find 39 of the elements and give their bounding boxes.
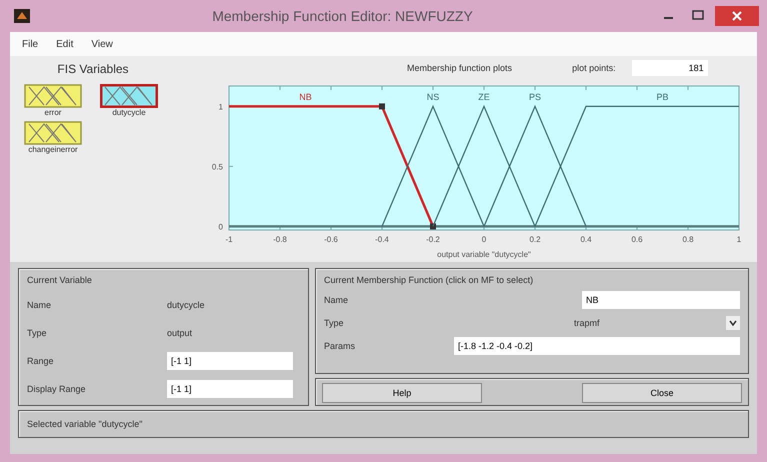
curve-label: ZE xyxy=(478,92,490,102)
field-label: Params xyxy=(324,341,356,351)
status-text: Selected variable "dutycycle" xyxy=(27,419,142,429)
panel-title: FIS Variables xyxy=(56,62,130,76)
variable-name: error xyxy=(44,108,62,117)
field-label: Display Range xyxy=(27,384,87,394)
tick-label: 0 xyxy=(482,235,486,244)
tick-label: 0.6 xyxy=(631,235,643,244)
field-value: dutycycle xyxy=(167,300,205,310)
field-value: output xyxy=(167,328,192,338)
field-label: Name xyxy=(324,295,350,305)
plot-title: Membership function plots xyxy=(407,63,512,73)
tick-label: -0.2 xyxy=(426,235,440,244)
tick-label: -1 xyxy=(225,235,233,244)
tick-label: -0.6 xyxy=(324,235,338,244)
field-label: Range xyxy=(27,356,55,366)
tick-label: 0.4 xyxy=(580,235,592,244)
axis-label: output variable "dutycycle" xyxy=(437,250,531,259)
tick-label: -0.8 xyxy=(273,235,287,244)
tick-label: -0.4 xyxy=(375,235,389,244)
plot-points-label: plot points: xyxy=(572,63,616,73)
window-title: Membership Function Editor: NEWFUZZY xyxy=(211,8,474,24)
tick-label: 0.2 xyxy=(529,235,541,244)
panel-title: Current Variable xyxy=(27,275,93,285)
tick-label: 0 xyxy=(218,222,223,232)
curve-label: PS xyxy=(529,92,541,102)
curve-label: NS xyxy=(426,92,440,102)
tick-label: 0.5 xyxy=(212,162,223,172)
curve-label: NB xyxy=(299,92,312,102)
field-label: Name xyxy=(27,300,52,310)
field-label: Type xyxy=(27,328,48,338)
field-label: Type xyxy=(324,318,345,328)
tick-label: 1 xyxy=(736,235,742,244)
tick-label: 0.8 xyxy=(682,235,694,244)
tick-label: 1 xyxy=(218,102,223,112)
curve-label: PB xyxy=(656,92,668,102)
panel-title: Current Membership Function (click on MF to select) xyxy=(324,275,534,285)
variable-name: changeinerror xyxy=(28,145,78,154)
variable-name: dutycycle xyxy=(112,108,146,117)
